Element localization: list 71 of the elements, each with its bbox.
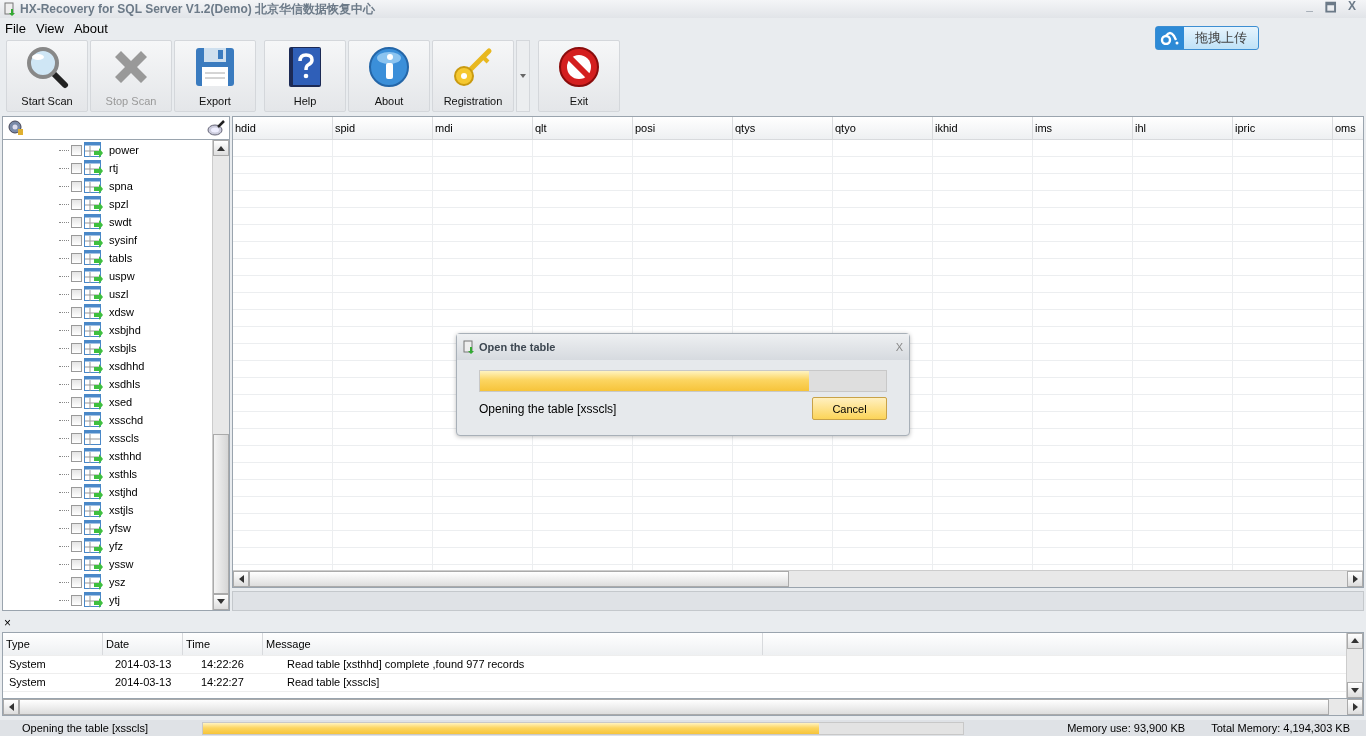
menu-item[interactable]: About (68, 21, 113, 37)
tree-item[interactable]: rtj (109, 162, 119, 175)
tree-item[interactable]: xsdhls (109, 378, 141, 391)
column-header[interactable]: Message (263, 632, 763, 655)
tree-item[interactable]: xsed (109, 396, 133, 409)
tree-item[interactable]: xsdhhd (109, 360, 145, 373)
column-header[interactable]: hdid (233, 117, 333, 140)
toolbar-button[interactable]: Exit (538, 39, 620, 112)
window-title: HX-Recovery for SQL Server V1.2(Demo) 北京华信数据恢复中心 (20, 0, 376, 18)
toolbar-button[interactable]: Start Scan (6, 39, 88, 112)
table-cell-text: System (8, 658, 47, 671)
maximize-button[interactable]: 🗖 (1325, 0, 1336, 20)
table-cell-text: 2014-03-13 (114, 676, 173, 689)
column-header[interactable]: ims (1033, 117, 1133, 140)
tree-item[interactable]: sysinf (109, 234, 138, 247)
tree-item[interactable]: yfz (109, 540, 124, 553)
tree-item[interactable]: xstjls (109, 504, 134, 517)
column-header[interactable]: ipric (1233, 117, 1333, 140)
column-header[interactable]: spid (333, 117, 433, 140)
total-memory-text: Total Memory: 4,194,303 KB (1211, 722, 1350, 735)
table-cell-text: Read table [xsscls] (286, 676, 381, 689)
table-cell-text: 2014-03-13 (114, 658, 173, 671)
menu-item[interactable]: View (30, 21, 69, 37)
table-cell-text: 14:22:26 (200, 658, 245, 671)
column-header[interactable]: Time (183, 632, 263, 655)
toolbar-button[interactable]: About (348, 39, 430, 112)
column-header[interactable]: posi (633, 117, 733, 140)
tree-item[interactable]: yssw (109, 558, 134, 571)
column-header[interactable]: ikhid (933, 117, 1033, 140)
dialog-title: Open the table (479, 341, 556, 353)
tree-item[interactable]: ysz (109, 576, 126, 589)
column-header[interactable]: qlt (533, 117, 633, 140)
tree-item[interactable]: ytj (109, 594, 120, 607)
table-cell-text: 14:22:27 (200, 676, 245, 689)
close-button[interactable]: × (4, 615, 11, 630)
table-cell-text: Read table [xsthhd] complete ,found 977 records (286, 658, 526, 671)
tree-item[interactable]: uspw (109, 270, 135, 283)
table-cell-text: System (8, 676, 47, 689)
tree-item[interactable]: xsschd (109, 414, 144, 427)
tree-item[interactable]: tabls (109, 252, 133, 265)
tree-item[interactable]: swdt (109, 216, 132, 229)
column-header[interactable]: Date (103, 632, 183, 655)
column-header[interactable]: oms (1333, 117, 1363, 140)
tree-item[interactable]: power (109, 144, 139, 157)
column-header[interactable]: qtyo (833, 117, 933, 140)
tree-item[interactable]: spzl (109, 198, 129, 211)
cancel-button[interactable]: Cancel (812, 397, 887, 420)
tree-item[interactable]: xstjhd (109, 486, 138, 499)
close-button[interactable]: X (1348, 0, 1356, 20)
memory-use-text: Memory use: 93,900 KB (1067, 722, 1186, 735)
tree-item[interactable]: xsthhd (109, 450, 142, 463)
toolbar-button[interactable]: Export (174, 39, 256, 112)
toolbar-button[interactable]: Help (264, 39, 346, 112)
menu-item[interactable]: File (0, 21, 31, 37)
column-header[interactable]: qtys (733, 117, 833, 140)
toolbar-button[interactable]: Registration (432, 39, 514, 112)
tree-item[interactable]: xsbjls (109, 342, 137, 355)
column-header[interactable]: mdi (433, 117, 533, 140)
tree-item[interactable]: xdsw (109, 306, 135, 319)
column-header[interactable]: Type (3, 632, 103, 655)
dialog-message: Opening the table [xsscls] (479, 401, 617, 416)
tree-item[interactable]: xsbjhd (109, 324, 141, 337)
tree-item[interactable]: xsthls (109, 468, 138, 481)
tree-item[interactable]: spna (109, 180, 133, 193)
minimize-button[interactable]: _ (1306, 0, 1313, 20)
status-text: Opening the table [xsscls] (21, 722, 149, 735)
tree-item[interactable]: yfsw (109, 522, 131, 535)
column-header[interactable]: ihl (1133, 117, 1233, 140)
tree-item[interactable]: uszl (109, 288, 129, 301)
tree-item[interactable]: xsscls (109, 432, 139, 445)
upload-button[interactable]: 拖拽上传 (1155, 26, 1259, 50)
